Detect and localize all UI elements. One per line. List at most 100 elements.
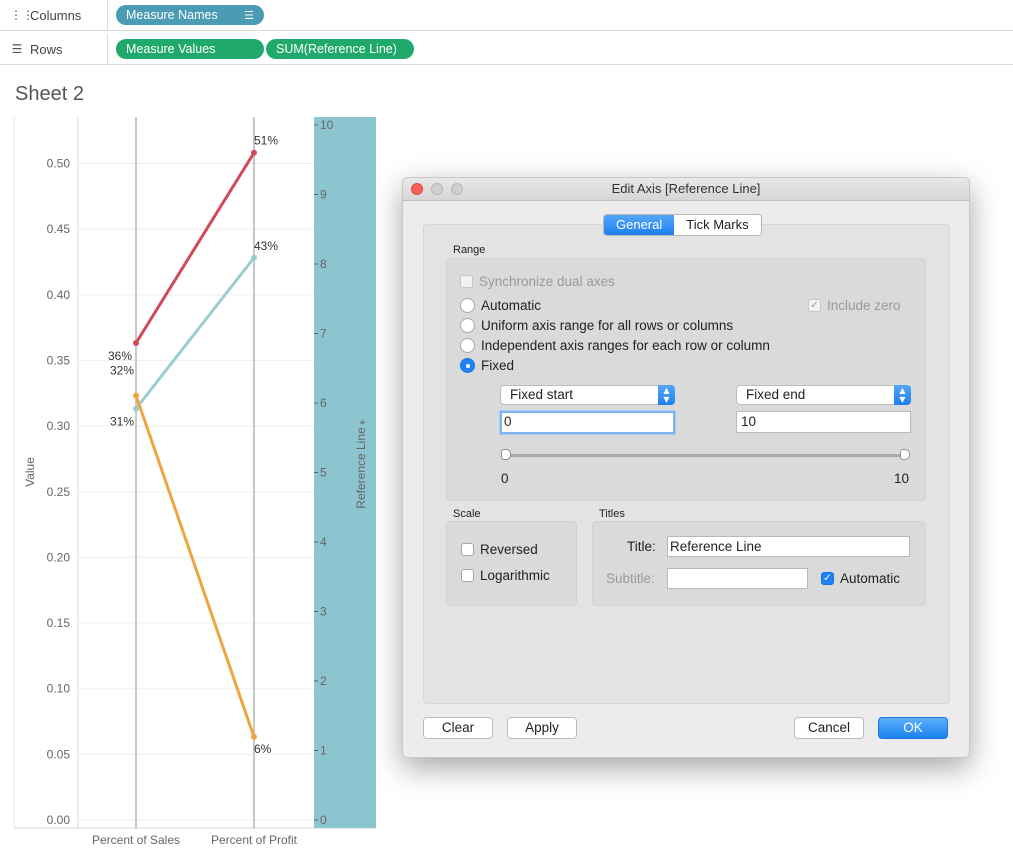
y-tick-label: 0.45 <box>47 222 71 236</box>
rows-shelf-label: ☰ Rows <box>0 34 108 64</box>
data-point <box>251 149 257 156</box>
y-axis-title: Value <box>23 457 37 487</box>
y-tick-label: 0.20 <box>47 550 71 564</box>
radio-uniform[interactable] <box>460 318 475 333</box>
y-tick-label: 0.10 <box>47 682 71 696</box>
scale-section-title: Scale <box>453 508 481 520</box>
minimize-window-icon[interactable] <box>431 183 443 195</box>
rows-shelf: ☰ Rows Measure Values SUM(Reference Line… <box>0 34 1013 65</box>
tab-tick-marks[interactable]: Tick Marks <box>674 215 760 235</box>
slider-max-label: 10 <box>894 471 910 486</box>
data-label: 43% <box>254 239 278 253</box>
radio-fixed[interactable] <box>460 358 475 373</box>
close-window-icon[interactable] <box>411 183 423 195</box>
y-tick-label: 0.30 <box>47 419 71 433</box>
y2-tick-label: 0 <box>320 813 327 827</box>
edit-axis-dialog: Edit Axis [Reference Line] General Tick … <box>402 177 970 758</box>
y-tick-label: 0.25 <box>47 485 71 499</box>
data-label: 36% <box>108 349 132 363</box>
subtitle-field-label: Subtitle: <box>606 571 655 586</box>
zoom-window-icon[interactable] <box>451 183 463 195</box>
synchronize-dual-axes-option: Synchronize dual axes <box>460 274 615 289</box>
fixed-end-select[interactable]: Fixed end ▲ ▼ <box>736 385 911 405</box>
y2-tick-label: 5 <box>320 466 327 480</box>
range-option-independent[interactable]: Independent axis ranges for each row or … <box>460 338 770 353</box>
scale-panel <box>446 521 577 606</box>
columns-icon: ⋮⋮ <box>10 8 34 22</box>
radio-automatic[interactable] <box>460 298 475 313</box>
automatic-subtitle-option[interactable]: ✓ Automatic <box>821 571 900 586</box>
series-line <box>134 151 256 344</box>
slider-min-label: 0 <box>501 471 509 486</box>
titles-section-title: Titles <box>599 508 625 520</box>
data-point <box>133 405 139 412</box>
data-point <box>251 733 257 740</box>
range-section-title: Range <box>453 244 486 256</box>
clear-button[interactable]: Clear <box>423 717 493 739</box>
y2-tick-label: 7 <box>320 327 327 341</box>
range-panel <box>446 258 926 501</box>
title-field-label: Title: <box>627 539 656 554</box>
data-point <box>133 392 139 399</box>
x-category-label: Percent of Sales <box>92 833 180 847</box>
y2-tick-label: 3 <box>320 605 327 619</box>
rows-icon: ☰ <box>11 42 23 56</box>
fixed-end-input[interactable]: 10 <box>736 411 911 433</box>
fixed-start-input[interactable]: 0 <box>500 411 675 434</box>
range-option-automatic[interactable]: Automatic <box>460 298 541 313</box>
titles-panel <box>592 521 926 606</box>
dialog-tabs: General Tick Marks <box>603 214 762 236</box>
y-tick-label: 0.50 <box>47 157 71 171</box>
measure-values-pill[interactable]: Measure Values <box>116 39 264 59</box>
y2-tick-label: 10 <box>320 118 334 132</box>
data-point <box>133 339 139 346</box>
include-zero-option: ✓ Include zero <box>808 298 901 313</box>
synchronize-dual-axes-checkbox <box>460 275 473 288</box>
columns-shelf-label: ⋮⋮ Columns <box>0 0 108 30</box>
subtitle-input[interactable] <box>667 568 808 589</box>
data-label: 51% <box>254 134 278 148</box>
tab-general[interactable]: General <box>604 215 675 235</box>
chevron-updown-icon: ▲ ▼ <box>894 385 911 405</box>
columns-shelf: ⋮⋮ Columns Measure Names ☰ <box>0 0 1013 31</box>
logarithmic-checkbox[interactable] <box>461 569 474 582</box>
radio-independent[interactable] <box>460 338 475 353</box>
y-tick-label: 0.15 <box>47 616 71 630</box>
logarithmic-option[interactable]: Logarithmic <box>461 568 550 583</box>
dialog-title: Edit Axis [Reference Line] <box>611 181 761 196</box>
series-line <box>134 256 256 410</box>
series-line <box>134 395 256 738</box>
include-zero-checkbox: ✓ <box>808 299 821 312</box>
measure-names-pill[interactable]: Measure Names ☰ <box>116 5 264 25</box>
automatic-subtitle-checkbox[interactable]: ✓ <box>821 572 834 585</box>
y2-tick-label: 6 <box>320 396 327 410</box>
sort-icon[interactable]: ☰ <box>244 9 254 22</box>
y-tick-label: 0.00 <box>47 813 71 827</box>
sum-reference-line-pill[interactable]: SUM(Reference Line) <box>266 39 414 59</box>
y2-tick-label: 8 <box>320 257 327 271</box>
ok-button[interactable]: OK <box>878 717 948 739</box>
apply-button[interactable]: Apply <box>507 717 577 739</box>
range-option-uniform[interactable]: Uniform axis range for all rows or colum… <box>460 318 733 333</box>
y2-tick-label: 2 <box>320 674 327 688</box>
data-point <box>251 254 257 261</box>
range-slider-min-handle[interactable] <box>501 449 511 460</box>
range-slider-track[interactable] <box>505 454 905 457</box>
y2-tick-label: 1 <box>320 744 327 758</box>
sheet-title: Sheet 2 <box>15 83 84 105</box>
y-tick-label: 0.35 <box>47 353 71 367</box>
chevron-updown-icon: ▲ ▼ <box>658 385 675 405</box>
cancel-button[interactable]: Cancel <box>794 717 864 739</box>
data-label: 31% <box>110 415 134 429</box>
range-option-fixed[interactable]: Fixed <box>460 358 514 373</box>
dialog-title-bar[interactable]: Edit Axis [Reference Line] <box>403 178 969 201</box>
range-slider-max-handle[interactable] <box>900 449 910 460</box>
y-tick-label: 0.05 <box>47 747 71 761</box>
x-category-label: Percent of Profit <box>211 833 298 847</box>
reversed-option[interactable]: Reversed <box>461 542 538 557</box>
reversed-checkbox[interactable] <box>461 543 474 556</box>
title-input[interactable]: Reference Line <box>667 536 910 557</box>
y2-tick-label: 4 <box>320 535 327 549</box>
fixed-start-select[interactable]: Fixed start ▲ ▼ <box>500 385 675 405</box>
y2-tick-label: 9 <box>320 188 327 202</box>
